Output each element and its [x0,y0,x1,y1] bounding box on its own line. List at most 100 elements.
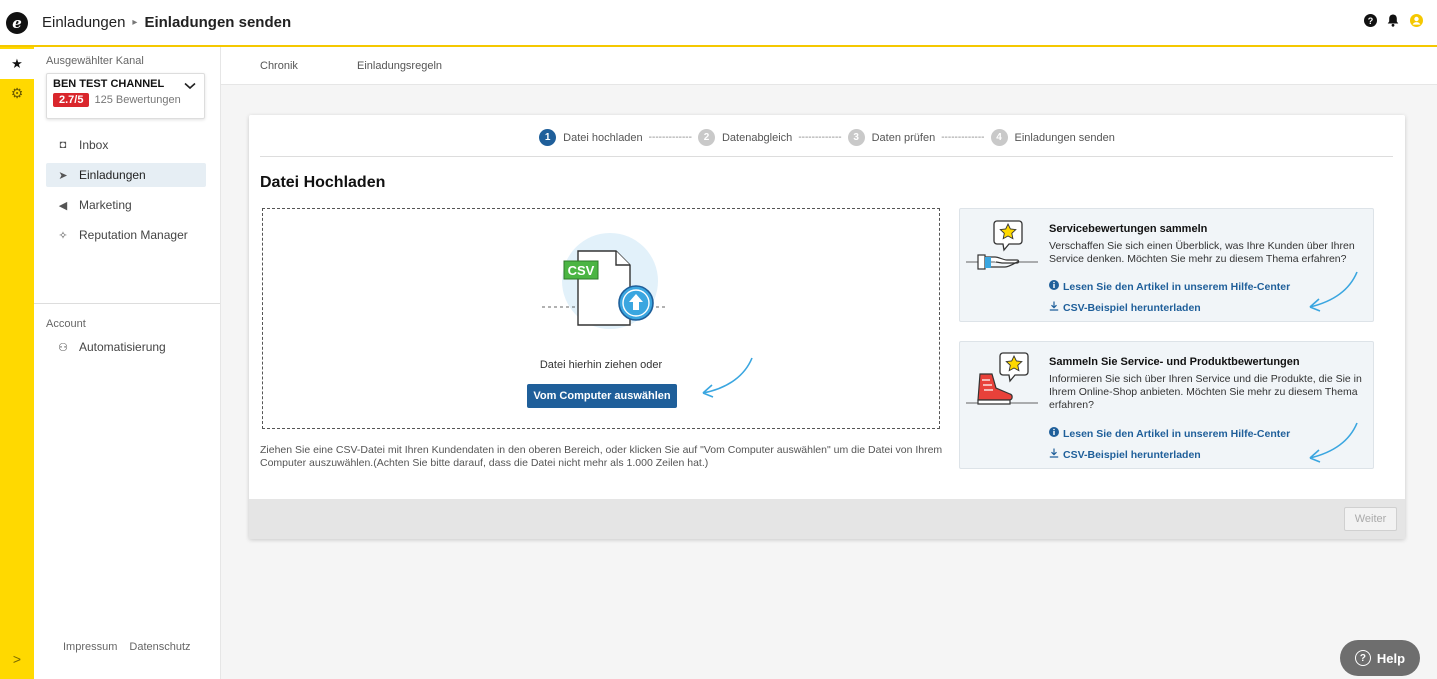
sidebar-item-label: Einladungen [79,168,146,182]
sparkle-icon: ✧ [58,229,68,242]
sidebar-divider [34,303,220,304]
help-icon[interactable]: ? [1363,13,1377,27]
step-2: 2 Datenabgleich [697,129,793,146]
next-button[interactable]: Weiter [1344,507,1397,531]
info-icon [1049,280,1059,293]
tab-einladungsregeln[interactable]: Einladungsregeln [357,60,442,72]
sidebar: Ausgewählter Kanal BEN TEST CHANNEL 2.7/… [34,47,221,679]
drop-instruction: Datei hierhin ziehen oder [539,359,663,371]
help-label: Help [1376,650,1406,666]
sidebar-item-label: Marketing [79,198,132,212]
info-card-service-product: Sammeln Sie Service- und Produktbewertun… [959,341,1374,469]
header-actions: ? [1363,13,1423,27]
svg-text:?: ? [1367,16,1373,26]
settings-gear-icon[interactable]: ⚙ [0,83,34,103]
download-icon [1049,448,1059,461]
step-label: Einladungen senden [1014,131,1115,144]
help-button[interactable]: ? Help [1340,640,1420,676]
progress-stepper: 1 Datei hochladen ------------- 2 Datena… [249,129,1405,146]
annotation-arrow-icon [1309,271,1358,312]
bell-icon[interactable] [1386,13,1400,27]
tab-chronik[interactable]: Chronik [260,60,298,72]
step-label: Daten prüfen [871,131,936,144]
review-count: 125 Bewertungen [94,94,181,106]
breadcrumb-separator: ▸ [132,17,138,28]
sidebar-item-label: Reputation Manager [79,228,188,242]
step-label: Datenabgleich [721,131,793,144]
hand-star-icon [966,220,1038,270]
info-card-service: Servicebewertungen sammeln Verschaffen S… [959,208,1374,322]
sidebar-item-label: Automatisierung [79,340,166,354]
sidebar-item-automatisierung[interactable]: ⚇ Automatisierung [56,340,166,354]
sneaker-star-icon [966,352,1038,405]
info-icon [1049,427,1059,440]
sidebar-item-inbox[interactable]: ◘ Inbox [46,133,206,157]
sidebar-item-label: Inbox [79,138,109,152]
card-footer: Weiter [249,499,1405,539]
info-card-description: Verschaffen Sie sich einen Überblick, wa… [1049,240,1355,265]
breadcrumb: Einladungen ▸ Einladungen senden [42,14,291,31]
upload-card: 1 Datei hochladen ------------- 2 Datena… [249,115,1405,539]
chevron-down-icon [184,79,196,93]
sidebar-nav: ◘ Inbox ➤ Einladungen ◀ Marketing ✧ Repu… [46,133,206,253]
user-icon[interactable] [1409,13,1423,27]
page-title: Einladungen senden [144,14,292,31]
step-connector: ------------- [648,132,692,143]
stepper-divider [260,156,1393,157]
sidebar-item-einladungen[interactable]: ➤ Einladungen [46,163,206,187]
inbox-icon: ◘ [59,139,67,151]
step-1: 1 Datei hochladen [539,129,643,146]
upload-hint: Ziehen Sie eine CSV-Datei mit Ihren Kund… [260,444,943,469]
link-label: CSV-Beispiel herunterladen [1063,448,1201,461]
sidebar-item-reputation-manager[interactable]: ✧ Reputation Manager [46,223,206,247]
link-label: Lesen Sie den Artikel in unserem Hilfe-C… [1063,280,1291,293]
step-number: 3 [847,129,865,146]
step-number: 1 [539,129,557,146]
sidebar-footer-links: Impressum Datenschutz [63,641,191,653]
help-center-article-link[interactable]: Lesen Sie den Artikel in unserem Hilfe-C… [1049,280,1290,293]
tab-bar: Chronik Einladungsregeln [221,47,1437,85]
step-connector: ------------- [798,132,842,143]
step-3: 3 Daten prüfen [847,129,936,146]
csv-label: CSV [568,263,595,278]
help-center-article-link[interactable]: Lesen Sie den Artikel in unserem Hilfe-C… [1049,427,1290,440]
top-bar: e Einladungen ▸ Einladungen senden ? [0,0,1437,47]
annotation-arrow-icon [1309,422,1358,463]
breadcrumb-parent[interactable]: Einladungen [42,14,125,31]
step-connector: ------------- [941,132,985,143]
step-number: 2 [697,129,715,146]
step-label: Datei hochladen [563,131,643,144]
channel-selector[interactable]: BEN TEST CHANNEL 2.7/5 125 Bewertungen [46,73,205,119]
channel-rating-row: 2.7/5 125 Bewertungen [53,93,198,107]
step-number: 4 [990,129,1008,146]
paper-plane-icon: ➤ [58,169,68,182]
impressum-link[interactable]: Impressum [63,641,117,653]
favorites-star-icon[interactable]: ★ [0,49,34,79]
info-card-title: Servicebewertungen sammeln [1049,223,1208,235]
annotation-arrow-icon [702,357,753,398]
expand-chevron-icon[interactable]: > [0,651,34,667]
section-title: Datei Hochladen [260,174,386,191]
rating-badge: 2.7/5 [53,93,90,107]
csv-example-download-link[interactable]: CSV-Beispiel herunterladen [1049,301,1201,314]
choose-file-button[interactable]: Vom Computer auswählen [527,384,677,408]
download-icon [1049,301,1059,314]
sidebar-item-marketing[interactable]: ◀ Marketing [46,193,206,217]
link-label: CSV-Beispiel herunterladen [1063,301,1201,314]
link-label: Lesen Sie den Artikel in unserem Hilfe-C… [1063,427,1291,440]
csv-upload-icon: CSV [542,233,668,329]
csv-dropzone[interactable]: CSV Datei hierhin ziehen oder Vom Comput… [262,208,940,429]
robot-icon: ⚇ [58,341,68,354]
account-label: Account [46,318,86,330]
channel-name: BEN TEST CHANNEL [53,78,165,90]
megaphone-icon: ◀ [58,199,68,212]
trusted-shops-logo-icon[interactable]: e [6,11,28,34]
step-4: 4 Einladungen senden [990,129,1115,146]
question-circle-icon: ? [1354,650,1371,666]
csv-example-download-link[interactable]: CSV-Beispiel herunterladen [1049,448,1201,461]
datenschutz-link[interactable]: Datenschutz [129,641,190,653]
channel-label: Ausgewählter Kanal [46,55,144,67]
info-card-title: Sammeln Sie Service- und Produktbewertun… [1049,356,1300,368]
info-card-description: Informieren Sie sich über Ihren Service … [1049,373,1362,411]
left-rail: ★ ⚙ > [0,47,34,679]
